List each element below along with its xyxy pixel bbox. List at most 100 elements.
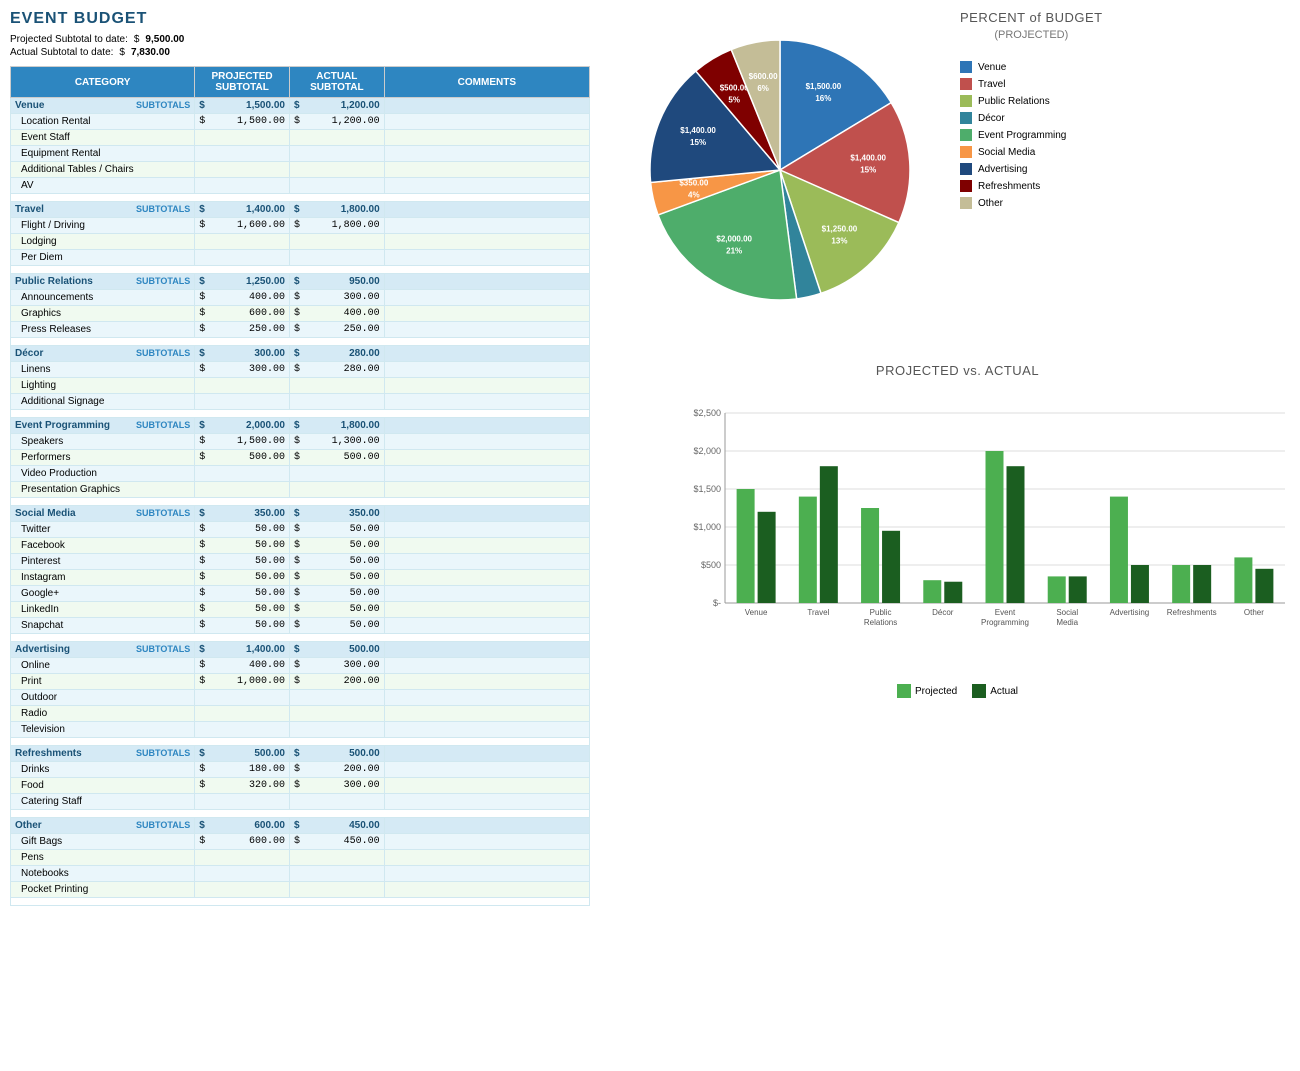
projected-bar: [737, 489, 755, 603]
item-name: Additional Signage: [11, 394, 195, 410]
item-comments: [384, 306, 589, 322]
projected-legend-item: Projected: [897, 684, 957, 698]
pie-label-percent: 13%: [831, 236, 847, 245]
item-comments: [384, 722, 589, 738]
item-name: Print: [11, 674, 195, 690]
pie-label-percent: 5%: [728, 95, 740, 104]
page-title: EVENT BUDGET: [10, 10, 590, 28]
y-axis-label: $1,500: [693, 484, 721, 494]
table-row: Pocket Printing: [11, 882, 590, 898]
item-name: Flight / Driving: [11, 218, 195, 234]
item-actual: [289, 882, 384, 898]
bar-category-label: Décor: [932, 608, 954, 617]
item-name: Catering Staff: [11, 794, 195, 810]
projected-dollar: $: [134, 34, 140, 45]
item-comments: [384, 218, 589, 234]
actual-summary: Actual Subtotal to date: $ 7,830.00: [10, 47, 590, 58]
item-comments: [384, 450, 589, 466]
pie-label-amount: $1,250.00: [822, 224, 858, 233]
table-row: Print $1,000.00 $200.00: [11, 674, 590, 690]
pie-label-percent: 6%: [757, 84, 769, 93]
projected-bar: [1172, 565, 1190, 603]
spacer-row: [11, 634, 590, 642]
category-name: Social Media SUBTOTALS: [11, 506, 195, 522]
item-actual: $50.00: [289, 522, 384, 538]
legend-color: [960, 197, 972, 209]
item-name: Radio: [11, 706, 195, 722]
category-name: Event Programming SUBTOTALS: [11, 418, 195, 434]
item-actual: [289, 850, 384, 866]
item-projected: [195, 394, 290, 410]
table-row: Graphics $600.00 $400.00: [11, 306, 590, 322]
item-comments: [384, 378, 589, 394]
table-row: Pens: [11, 850, 590, 866]
item-projected: [195, 690, 290, 706]
table-row: Outdoor: [11, 690, 590, 706]
comments-cell: [384, 818, 589, 834]
table-row: Event Programming SUBTOTALS $2,000.00 $1…: [11, 418, 590, 434]
table-row: Food $320.00 $300.00: [11, 778, 590, 794]
comments-cell: [384, 506, 589, 522]
item-projected: $300.00: [195, 362, 290, 378]
legend-item: Event Programming: [960, 129, 1103, 141]
pie-legend: Venue Travel Public Relations Décor Even…: [960, 61, 1103, 209]
item-comments: [384, 882, 589, 898]
item-projected: [195, 722, 290, 738]
item-actual: [289, 378, 384, 394]
header-category: CATEGORY: [11, 67, 195, 98]
actual-bar: [1255, 569, 1273, 603]
comments-cell: [384, 98, 589, 114]
pie-chart-area: $1,500.0016%$1,400.0015%$1,250.0013%$2,0…: [620, 10, 1295, 333]
item-name: Outdoor: [11, 690, 195, 706]
item-projected: $1,600.00: [195, 218, 290, 234]
pie-label-percent: 16%: [815, 94, 831, 103]
item-actual: $250.00: [289, 322, 384, 338]
bar-category-label: Other: [1244, 608, 1264, 617]
item-actual: $50.00: [289, 586, 384, 602]
table-row: Décor SUBTOTALS $300.00 $280.00: [11, 346, 590, 362]
actual-bar: [1193, 565, 1211, 603]
legend-item: Social Media: [960, 146, 1103, 158]
actual-legend-color: [972, 684, 986, 698]
pie-label-amount: $1,400.00: [680, 126, 716, 135]
table-row: AV: [11, 178, 590, 194]
item-actual: [289, 466, 384, 482]
header-comments: COMMENTS: [384, 67, 589, 98]
bar-category-label: Venue: [745, 608, 768, 617]
legend-item: Advertising: [960, 163, 1103, 175]
legend-color: [960, 180, 972, 192]
item-comments: [384, 130, 589, 146]
projected-bar: [1234, 557, 1252, 603]
item-actual: $450.00: [289, 834, 384, 850]
item-projected: $250.00: [195, 322, 290, 338]
table-row: Event Staff: [11, 130, 590, 146]
projected-legend-label: Projected: [915, 686, 957, 697]
item-actual: $300.00: [289, 778, 384, 794]
category-name: Other SUBTOTALS: [11, 818, 195, 834]
pie-chart: $1,500.0016%$1,400.0015%$1,250.0013%$2,0…: [620, 10, 940, 330]
item-projected: [195, 162, 290, 178]
category-name: Public Relations SUBTOTALS: [11, 274, 195, 290]
item-actual: $50.00: [289, 554, 384, 570]
table-row: Lighting: [11, 378, 590, 394]
legend-color: [960, 61, 972, 73]
item-actual: [289, 146, 384, 162]
item-actual: [289, 706, 384, 722]
item-comments: [384, 602, 589, 618]
item-name: Food: [11, 778, 195, 794]
table-row: Notebooks: [11, 866, 590, 882]
table-row: Public Relations SUBTOTALS $1,250.00 $95…: [11, 274, 590, 290]
item-comments: [384, 250, 589, 266]
item-projected: [195, 250, 290, 266]
spacer-row: [11, 810, 590, 818]
item-comments: [384, 362, 589, 378]
y-axis-label: $500: [701, 560, 721, 570]
pie-subtitle: (PROJECTED): [960, 29, 1103, 41]
item-name: Instagram: [11, 570, 195, 586]
item-comments: [384, 762, 589, 778]
item-name: Location Rental: [11, 114, 195, 130]
table-row: Speakers $1,500.00 $1,300.00: [11, 434, 590, 450]
pie-label-amount: $1,400.00: [850, 153, 886, 162]
bar-category-label: Relations: [864, 618, 897, 627]
actual-subtotal: $500.00: [289, 746, 384, 762]
